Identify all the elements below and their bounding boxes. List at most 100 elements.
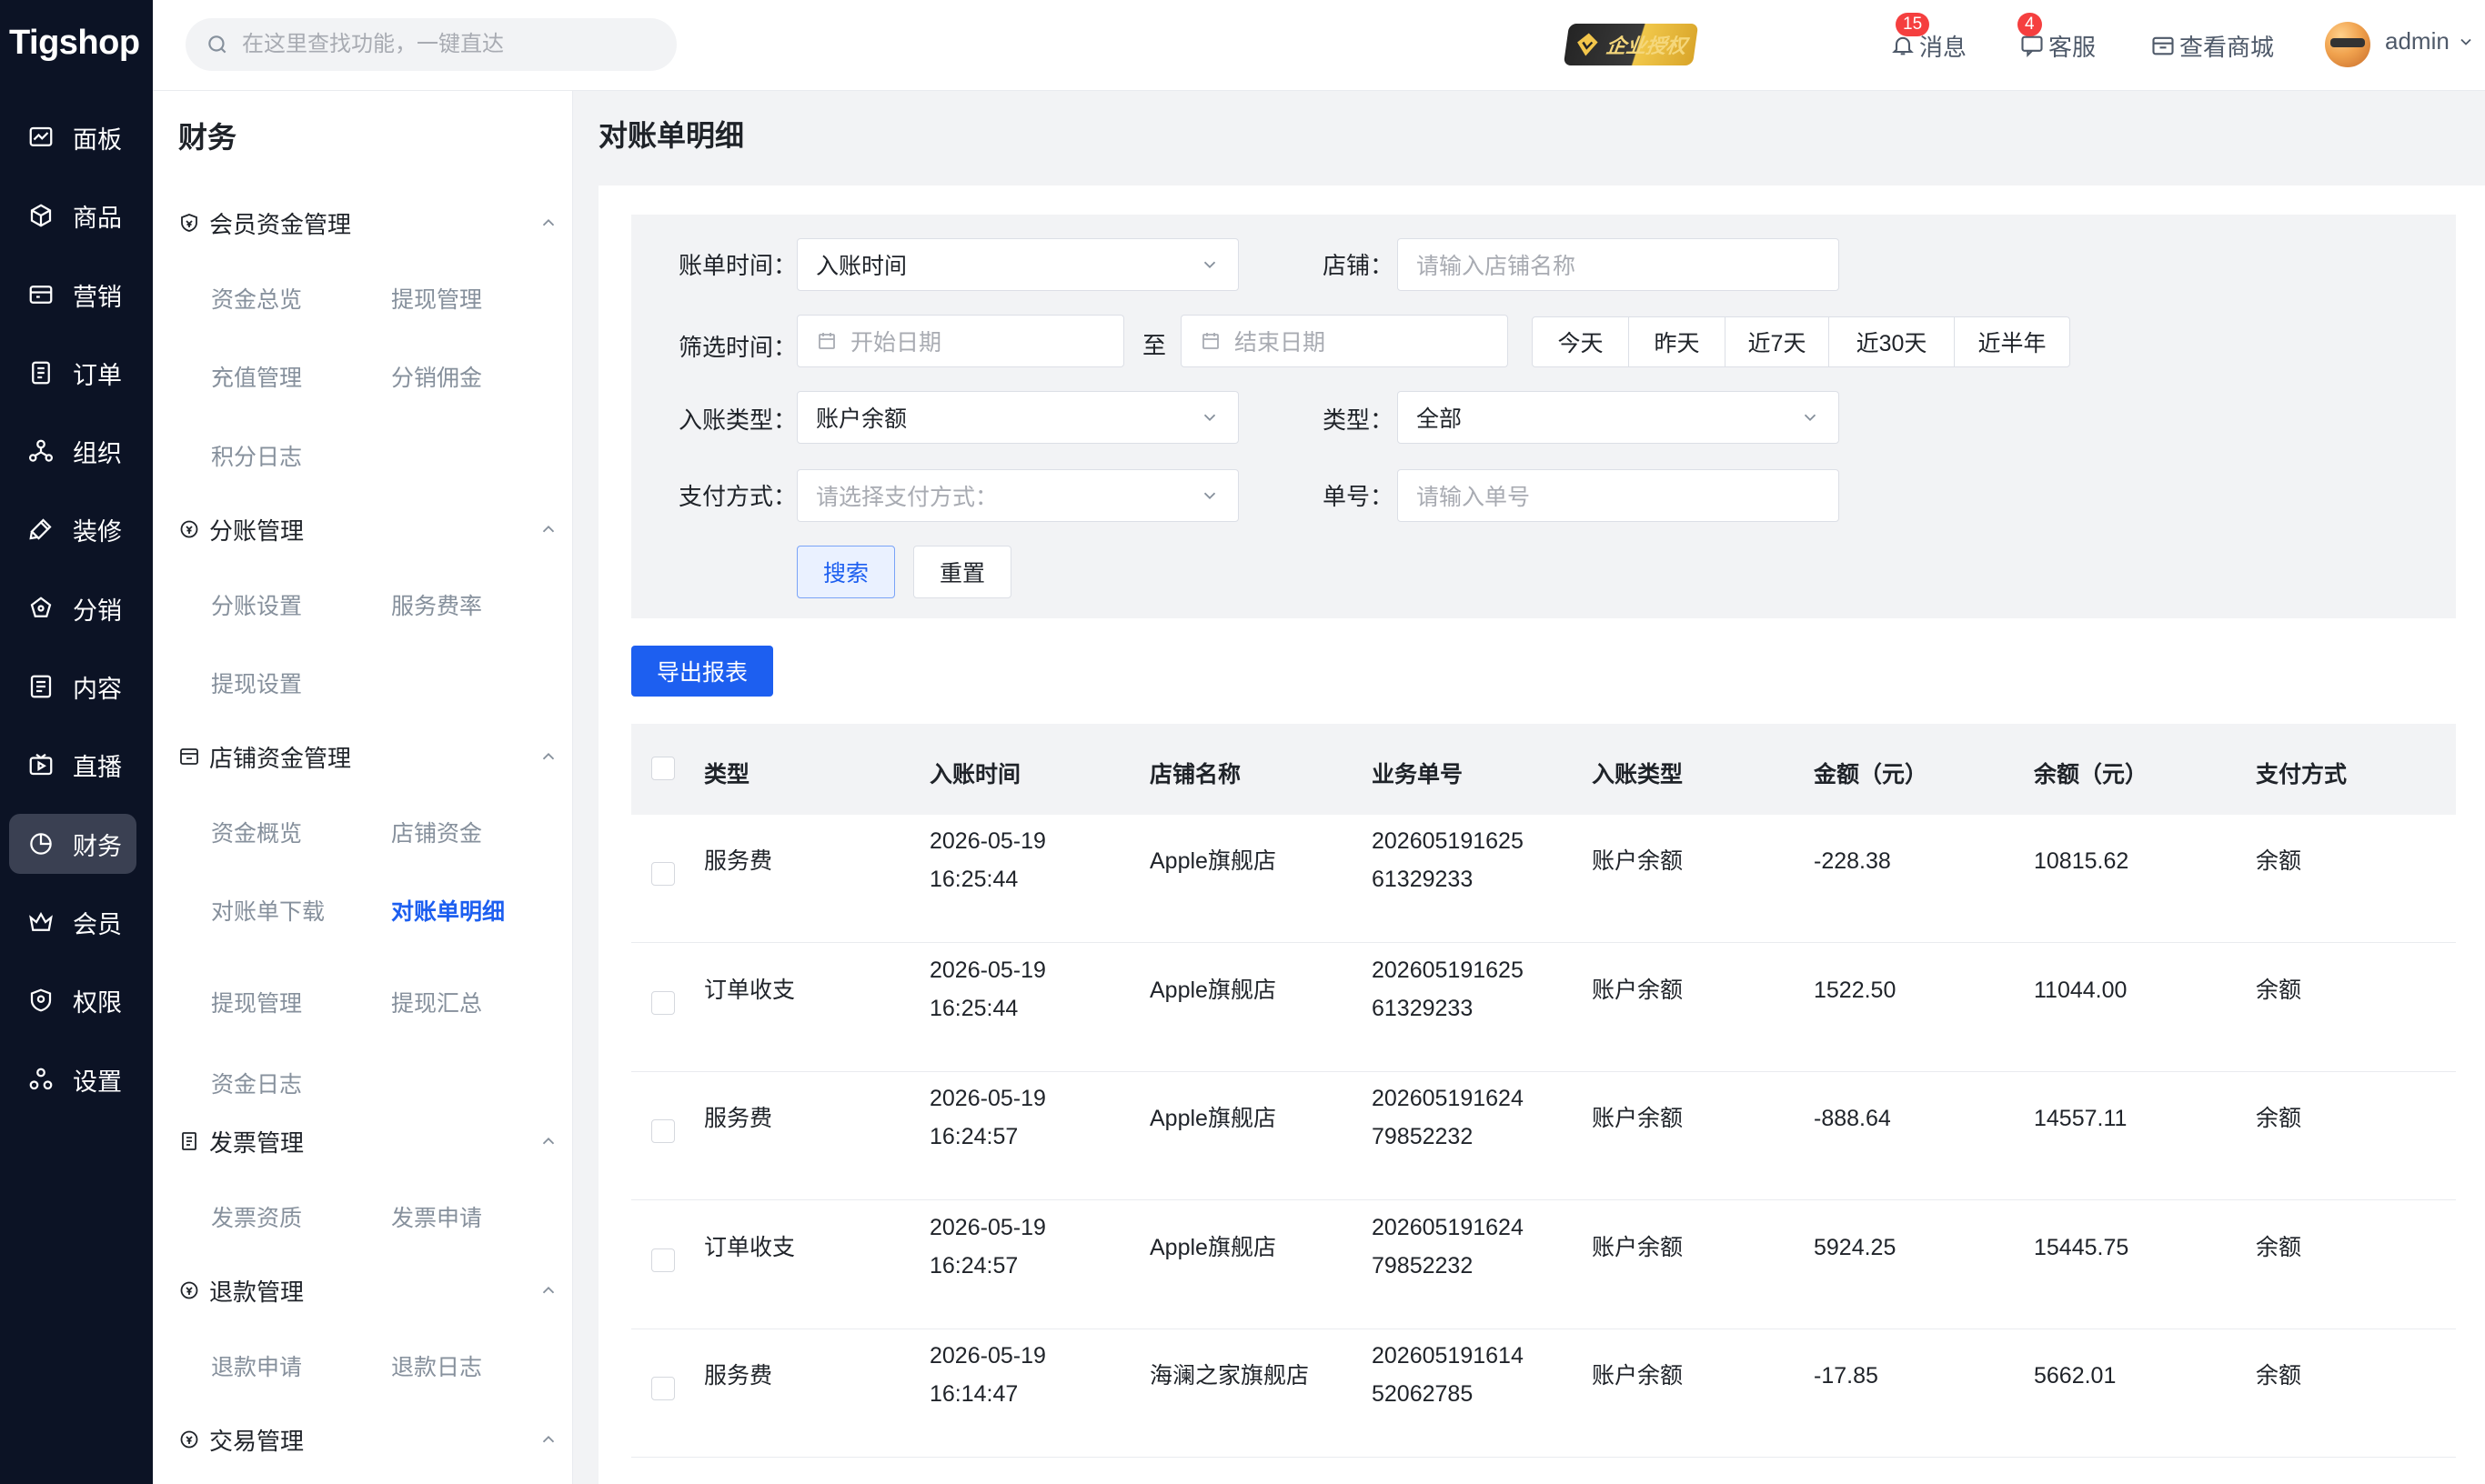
cell-date: 2026-05-19 bbox=[930, 828, 1046, 854]
quick-range-yesterday[interactable]: 昨天 bbox=[1629, 317, 1725, 366]
share-icon bbox=[30, 597, 52, 617]
chevron-up-icon bbox=[542, 218, 555, 226]
row-checkbox[interactable] bbox=[651, 1119, 675, 1143]
submenu-item-statement-download[interactable]: 对账单下载 bbox=[211, 894, 325, 927]
submenu-item-withdraw-settings[interactable]: 提现设置 bbox=[211, 667, 302, 699]
row-checkbox[interactable] bbox=[651, 990, 675, 1015]
shop-icon bbox=[180, 748, 198, 765]
cell-pay-method: 余额 bbox=[2256, 1106, 2302, 1131]
bill-time-value: 入账时间 bbox=[816, 254, 908, 279]
rail-item-goods[interactable]: 商品 bbox=[9, 186, 136, 246]
rail-label: 设置 bbox=[73, 1068, 122, 1096]
quick-range-today[interactable]: 今天 bbox=[1533, 317, 1629, 366]
submenu-item-refund-log[interactable]: 退款日志 bbox=[391, 1349, 482, 1382]
row-checkbox[interactable] bbox=[651, 862, 675, 886]
rail-item-permission[interactable]: 权限 bbox=[9, 970, 136, 1030]
rail-item-content[interactable]: 内容 bbox=[9, 657, 136, 717]
rail-item-decor[interactable]: 装修 bbox=[9, 499, 136, 559]
reset-button[interactable]: 重置 bbox=[913, 546, 1011, 598]
row-checkbox[interactable] bbox=[651, 1248, 675, 1272]
rail-item-settings[interactable]: 设置 bbox=[9, 1049, 136, 1109]
brand-logo[interactable]: Tigshop bbox=[9, 16, 140, 69]
quick-range-7days[interactable]: 近7天 bbox=[1725, 317, 1829, 366]
select-all-checkbox[interactable] bbox=[651, 757, 675, 780]
export-report-button[interactable]: 导出报表 bbox=[631, 646, 773, 697]
group-label: 分账管理 bbox=[209, 516, 305, 545]
submenu-item-withdraw-shop[interactable]: 提现管理 bbox=[211, 986, 302, 1018]
group-refund[interactable]: 退款管理 bbox=[178, 1268, 558, 1313]
rail-item-dashboard[interactable]: 面板 bbox=[9, 107, 136, 167]
service-link[interactable]: 客服 4 bbox=[2017, 13, 2096, 65]
coin-icon bbox=[181, 214, 197, 232]
start-date-input[interactable]: 开始日期 bbox=[797, 315, 1124, 367]
avatar[interactable] bbox=[2325, 22, 2370, 67]
submenu-item-service-rate[interactable]: 服务费率 bbox=[391, 588, 482, 621]
rail-item-finance[interactable]: 财务 bbox=[9, 814, 136, 874]
cell-balance: 14557.11 bbox=[2034, 1106, 2128, 1131]
rail-item-distribution[interactable]: 分销 bbox=[9, 578, 136, 638]
rail-item-orders[interactable]: 订单 bbox=[9, 343, 136, 403]
type-select[interactable]: 全部 bbox=[1397, 391, 1839, 444]
chevron-down-icon bbox=[1203, 414, 1216, 422]
global-search[interactable] bbox=[186, 18, 677, 71]
search-button[interactable]: 搜索 bbox=[797, 546, 895, 598]
submenu-item-funds-overview[interactable]: 资金总览 bbox=[211, 282, 302, 315]
bell-icon bbox=[1892, 36, 1914, 55]
rail-item-live[interactable]: 直播 bbox=[9, 735, 136, 795]
shop-input[interactable]: 请输入店铺名称 bbox=[1397, 238, 1839, 291]
left-rail: Tigshop 面板 商品 营销 订单 组织 装修 分销 内容 直播 财务 会员… bbox=[0, 0, 153, 1484]
search-icon bbox=[208, 35, 226, 54]
submenu-item-recharge[interactable]: 充值管理 bbox=[211, 360, 302, 393]
submenu-item-commission[interactable]: 分销佣金 bbox=[391, 360, 482, 393]
pay-method-placeholder: 请选择支付方式： bbox=[816, 485, 999, 510]
submenu-item-invoice-apply[interactable]: 发票申请 bbox=[391, 1200, 482, 1233]
bill-time-select[interactable]: 入账时间 bbox=[797, 238, 1239, 291]
group-split[interactable]: 分账管理 bbox=[178, 506, 558, 552]
submenu-title: 财务 bbox=[178, 121, 237, 154]
group-invoice[interactable]: 发票管理 bbox=[178, 1118, 558, 1164]
submenu-item-invoice-qualification[interactable]: 发票资质 bbox=[211, 1200, 302, 1233]
submenu-item-withdraw-mgmt[interactable]: 提现管理 bbox=[391, 282, 482, 315]
submenu-item-points-log[interactable]: 积分日志 bbox=[211, 439, 302, 472]
submenu-item-funds-log[interactable]: 资金日志 bbox=[211, 1067, 302, 1099]
cell-order-no: 202605191624 bbox=[1372, 1214, 1524, 1240]
pay-method-select[interactable]: 请选择支付方式： bbox=[797, 469, 1239, 522]
entry-type-select[interactable]: 账户余额 bbox=[797, 391, 1239, 444]
end-date-input[interactable]: 结束日期 bbox=[1181, 315, 1508, 367]
group-shop-funds[interactable]: 店铺资金管理 bbox=[178, 734, 558, 779]
user-menu[interactable]: admin bbox=[2385, 27, 2475, 55]
search-input[interactable] bbox=[242, 32, 642, 57]
content-icon bbox=[30, 675, 52, 698]
col-order-no: 业务单号 bbox=[1372, 762, 1464, 787]
rail-item-org[interactable]: 组织 bbox=[9, 421, 136, 481]
cell-shop-name: Apple旗舰店 bbox=[1150, 977, 1276, 1003]
view-shop-link[interactable]: 查看商城 bbox=[2150, 25, 2274, 65]
cell-time: 16:25:44 bbox=[930, 995, 1019, 1021]
submenu-item-statement-detail[interactable]: 对账单明细 bbox=[391, 894, 505, 927]
quick-range-group: 今天 昨天 近7天 近30天 近半年 bbox=[1532, 316, 2070, 367]
col-shop-name: 店铺名称 bbox=[1150, 762, 1242, 787]
row-checkbox[interactable] bbox=[651, 1377, 675, 1400]
col-balance: 余额（元） bbox=[2034, 762, 2148, 787]
submenu-item-split-settings[interactable]: 分账设置 bbox=[211, 588, 302, 621]
rail-item-member[interactable]: 会员 bbox=[9, 892, 136, 952]
rail-item-marketing[interactable]: 营销 bbox=[9, 265, 136, 325]
submenu-item-funds-summary[interactable]: 资金概览 bbox=[211, 816, 302, 848]
calendar-icon bbox=[819, 333, 835, 349]
cell-type: 服务费 bbox=[704, 1363, 773, 1389]
cell-balance: 5662.01 bbox=[2034, 1363, 2117, 1389]
submenu-item-refund-apply[interactable]: 退款申请 bbox=[211, 1349, 302, 1382]
order-no-input[interactable]: 请输入单号 bbox=[1397, 469, 1839, 522]
group-member-funds[interactable]: 会员资金管理 bbox=[178, 200, 558, 246]
messages-link[interactable]: 消息 15 bbox=[1890, 13, 1967, 65]
quick-range-halfyear[interactable]: 近半年 bbox=[1955, 317, 2069, 366]
shield-icon bbox=[30, 988, 52, 1012]
quick-range-30days[interactable]: 近30天 bbox=[1829, 317, 1955, 366]
submenu-item-shop-funds[interactable]: 店铺资金 bbox=[391, 816, 482, 848]
cell-order-no-cont: 61329233 bbox=[1372, 995, 1474, 1021]
cell-date: 2026-05-19 bbox=[930, 1343, 1046, 1369]
cell-order-no-cont: 79852232 bbox=[1372, 1124, 1474, 1149]
submenu-item-withdraw-summary[interactable]: 提现汇总 bbox=[391, 986, 482, 1018]
group-trade[interactable]: 交易管理 bbox=[178, 1417, 558, 1462]
enterprise-badge[interactable]: 企业授权 bbox=[1563, 24, 1699, 65]
